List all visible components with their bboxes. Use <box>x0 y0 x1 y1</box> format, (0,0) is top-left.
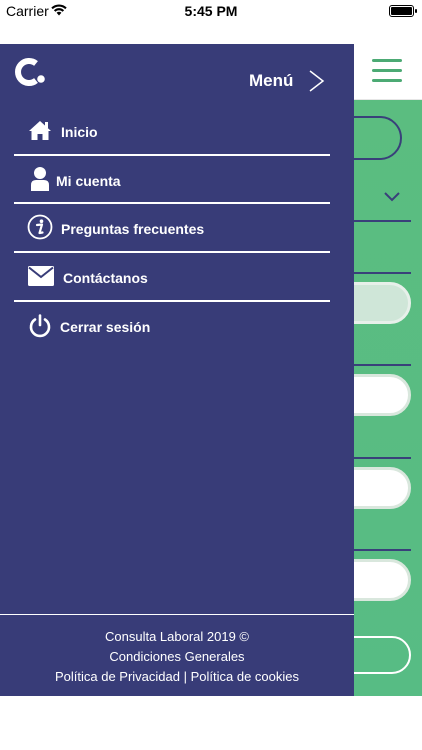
brand-logo-icon <box>15 58 45 86</box>
drawer-footer: Consulta Laboral 2019 © Condiciones Gene… <box>0 614 354 696</box>
status-time: 5:45 PM <box>184 3 238 19</box>
menu-item-label: Cerrar sesión <box>60 319 151 335</box>
chevron-right-icon[interactable] <box>308 69 326 93</box>
cookie-policy-link[interactable]: Política de cookies <box>191 669 299 684</box>
chevron-down-icon[interactable] <box>384 192 400 202</box>
menu-item-inicio[interactable]: Inicio <box>14 109 330 157</box>
menu-item-mi-cuenta[interactable]: Mi cuenta <box>14 158 330 206</box>
menu-divider <box>14 154 330 156</box>
menu-item-contactanos[interactable]: Contáctanos <box>14 255 330 303</box>
menu-item-label: Inicio <box>61 124 98 140</box>
menu-item-cerrar-sesion[interactable]: Cerrar sesión <box>14 304 330 352</box>
copyright-text: Consulta Laboral 2019 © <box>104 629 249 644</box>
drawer-title: Menú <box>249 71 294 90</box>
user-icon <box>31 167 49 191</box>
battery-icon <box>389 5 417 17</box>
info-icon <box>27 214 53 240</box>
power-icon <box>29 314 51 338</box>
status-bar: Carrier 5:45 PM <box>0 0 422 22</box>
app-bottom-area <box>0 696 422 750</box>
hamburger-menu-icon[interactable] <box>372 59 402 83</box>
menu-item-label: Mi cuenta <box>56 173 121 189</box>
menu-divider <box>14 300 330 302</box>
side-drawer: Menú Inicio Mi cuenta Preguntas frecuent… <box>0 44 354 696</box>
terms-link[interactable]: Condiciones Generales <box>0 649 354 664</box>
menu-item-preguntas-frecuentes[interactable]: Preguntas frecuentes <box>14 206 330 254</box>
menu-item-label: Contáctanos <box>63 270 148 286</box>
mail-icon <box>28 266 54 286</box>
menu-item-label: Preguntas frecuentes <box>61 221 205 237</box>
menu-divider <box>14 202 330 204</box>
footer-link-separator: | <box>180 669 191 684</box>
menu-divider <box>14 251 330 253</box>
home-icon <box>29 121 51 140</box>
privacy-policy-link[interactable]: Política de Privacidad <box>55 669 180 684</box>
footer-policy-links: Política de Privacidad | Política de coo… <box>0 669 354 684</box>
